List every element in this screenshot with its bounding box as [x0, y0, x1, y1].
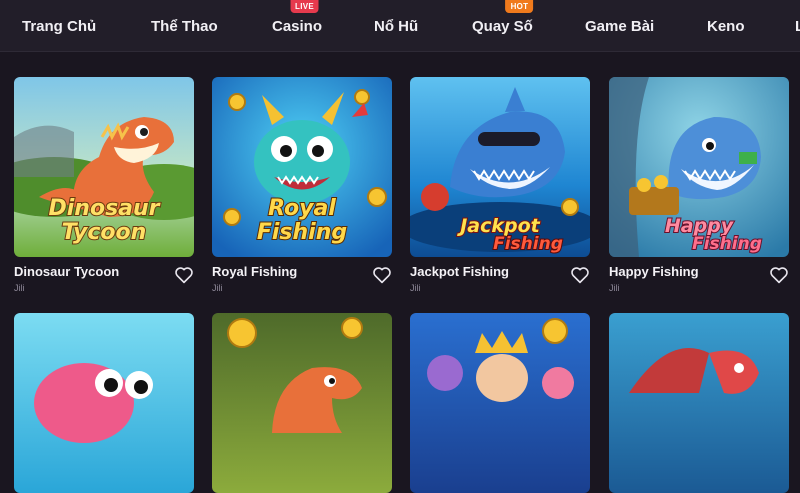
- nav-item-keno[interactable]: Keno: [707, 0, 745, 52]
- dinosaur-game-artwork: [212, 313, 392, 493]
- game-thumbnail[interactable]: Jackpot Fishing: [410, 77, 590, 257]
- game-thumbnail[interactable]: Dinosaur Tycoon: [14, 77, 194, 257]
- game-logo-line1: Dinosaur: [48, 196, 160, 221]
- game-logo-line2: Fishing: [493, 234, 563, 254]
- top-navigation: Trang Chủ Thể Thao Casino LIVE Nổ Hũ Qua…: [0, 0, 800, 52]
- game-provider: Jili: [212, 283, 223, 293]
- game-provider: Jili: [410, 283, 421, 293]
- game-card-jackpot-fishing: Jackpot Fishing Jackpot Fishing Jili: [410, 77, 590, 293]
- hot-badge: HOT: [505, 0, 534, 13]
- nav-item-the-thao[interactable]: Thể Thao: [151, 0, 218, 52]
- nav-item-label: Nổ Hũ: [374, 17, 419, 35]
- game-grid: Dinosaur Tycoon Dinosaur Tycoon Jili Roy…: [0, 52, 800, 493]
- nav-item-label: L: [795, 17, 800, 35]
- game-title: Happy Fishing: [609, 264, 699, 279]
- nav-item-trang-chu[interactable]: Trang Chủ: [22, 0, 96, 52]
- nav-item-label: Thể Thao: [151, 17, 218, 35]
- royal-fishing-artwork: Royal Fishing: [212, 77, 392, 257]
- game-card: [212, 313, 392, 493]
- game-card: [14, 313, 194, 493]
- heart-outline-icon[interactable]: [570, 266, 590, 284]
- game-logo-line2: Fishing: [692, 234, 762, 254]
- nav-item-overflow[interactable]: L: [795, 0, 800, 52]
- nav-item-game-bai[interactable]: Game Bài: [585, 0, 654, 52]
- game-thumbnail[interactable]: [609, 313, 789, 493]
- game-thumbnail[interactable]: Royal Fishing: [212, 77, 392, 257]
- game-logo-line2: Fishing: [257, 220, 347, 245]
- game-title: Royal Fishing: [212, 264, 298, 279]
- dragon-game-artwork: [609, 313, 789, 493]
- game-thumbnail[interactable]: Happy Fishing: [609, 77, 789, 257]
- game-thumbnail[interactable]: [14, 313, 194, 493]
- game-logo-line1: Royal: [268, 196, 336, 221]
- game-card-royal-fishing: Royal Fishing Royal Fishing Jili: [212, 77, 392, 293]
- dinosaur-tycoon-artwork: Dinosaur Tycoon: [14, 77, 194, 257]
- nav-item-label: Quay Số: [472, 17, 533, 35]
- nav-item-no-hu[interactable]: Nổ Hũ: [374, 0, 418, 52]
- game-thumbnail[interactable]: [212, 313, 392, 493]
- nav-item-casino[interactable]: Casino LIVE: [272, 0, 322, 52]
- game-card-dinosaur-tycoon: Dinosaur Tycoon Dinosaur Tycoon Jili: [14, 77, 194, 293]
- game-provider: Jili: [609, 283, 620, 293]
- game-card-happy-fishing: Happy Fishing Happy Fishing Jili: [609, 77, 789, 293]
- heart-outline-icon[interactable]: [372, 266, 392, 284]
- nav-item-label: Keno: [707, 17, 745, 35]
- nav-item-label: Game Bài: [585, 17, 655, 35]
- game-card: [609, 313, 789, 493]
- game-logo-line2: Tycoon: [62, 220, 147, 245]
- nav-item-quay-so[interactable]: Quay Số HOT: [472, 0, 534, 52]
- fish-game-artwork: [14, 313, 194, 493]
- game-title: Jackpot Fishing: [410, 264, 509, 279]
- game-thumbnail[interactable]: [410, 313, 590, 493]
- jackpot-fishing-artwork: Jackpot Fishing: [410, 77, 590, 257]
- heart-outline-icon[interactable]: [769, 266, 789, 284]
- game-title: Dinosaur Tycoon: [14, 264, 120, 279]
- game-provider: Jili: [14, 283, 25, 293]
- nav-item-label: Casino: [272, 17, 323, 35]
- live-badge: LIVE: [290, 0, 319, 13]
- nav-item-label: Trang Chủ: [22, 17, 97, 35]
- game-card: [410, 313, 590, 493]
- king-game-artwork: [410, 313, 590, 493]
- happy-fishing-artwork: Happy Fishing: [609, 77, 789, 257]
- heart-outline-icon[interactable]: [174, 266, 194, 284]
